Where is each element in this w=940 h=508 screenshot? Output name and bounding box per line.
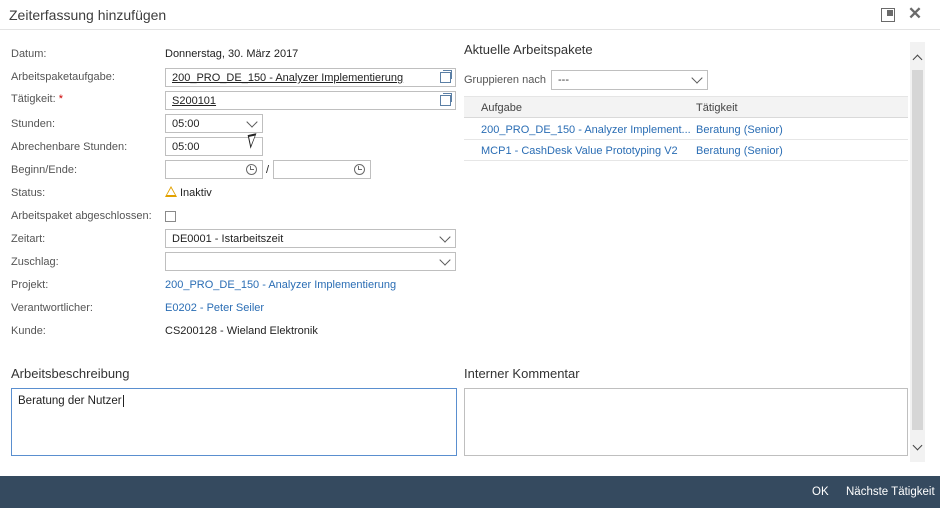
scrollbar-thumb[interactable] [912,70,923,430]
close-icon[interactable]: ✕ [907,5,923,23]
comment-heading: Interner Kommentar [464,366,580,381]
group-by-label: Gruppieren nach [464,74,546,86]
packages-heading: Aktuelle Arbeitspakete [464,42,593,57]
abrechenbare-value: 05:00 [172,141,200,153]
zeitart-value: DE0001 - Istarbeitszeit [172,233,284,245]
chevron-down-icon[interactable] [246,116,258,128]
value-help-icon[interactable] [440,70,452,83]
ok-button[interactable]: OK [812,486,829,498]
projekt-link[interactable]: 200_PRO_DE_150 - Analyzer Implementierun… [165,279,396,291]
table-row[interactable]: 200_PRO_DE_150 - Analyzer Implement... B… [464,119,908,140]
required-marker: * [58,93,63,105]
stunden-select[interactable]: 05:00 [165,114,263,133]
table-row[interactable]: MCP1 - CashDesk Value Prototyping V2 Ber… [464,140,908,161]
arbeitspaketaufgabe-label: Arbeitspaketaufgabe: [11,71,115,83]
abrechenbare-label: Abrechenbare Stunden: [11,141,128,153]
verantwortlicher-link[interactable]: E0202 - Peter Seiler [165,302,264,314]
stunden-value: 05:00 [172,118,200,130]
zuschlag-select[interactable] [165,252,456,271]
taetigkeit-text: S200101 [172,95,217,107]
chevron-down-icon[interactable] [439,254,451,266]
zeitart-select[interactable]: DE0001 - Istarbeitszeit [165,229,456,248]
dialog-titlebar: Zeiterfassung hinzufügen ✕ [0,0,940,30]
row-taetigkeit[interactable]: Beratung (Senior) [696,145,783,157]
dialog-footer: OK Nächste Tätigkeit [0,476,940,508]
ende-input[interactable] [273,160,371,179]
kunde-value: CS200128 - Wieland Elektronik [165,325,318,337]
column-header-aufgabe[interactable]: Aufgabe [481,102,522,114]
row-aufgabe[interactable]: MCP1 - CashDesk Value Prototyping V2 [481,145,678,157]
abgeschlossen-checkbox[interactable] [165,211,176,222]
arbeitspaketaufgabe-text: 200_PRO_DE_150 - Analyzer Implementierun… [172,72,404,84]
row-taetigkeit[interactable]: Beratung (Senior) [696,124,783,136]
description-heading: Arbeitsbeschreibung [11,366,130,381]
chevron-down-icon[interactable] [439,231,451,243]
datum-label: Datum: [11,48,47,60]
group-by-select[interactable]: --- [551,70,708,90]
taetigkeit-label: Tätigkeit: * [11,93,63,105]
vertical-scrollbar[interactable] [910,42,925,462]
status-label: Status: [11,187,46,199]
kunde-label: Kunde: [11,325,46,337]
zeitart-label: Zeitart: [11,233,46,245]
clock-icon[interactable] [246,164,257,175]
column-header-taetigkeit[interactable]: Tätigkeit [696,102,738,114]
projekt-label: Projekt: [11,279,49,291]
packages-table-header: Aufgabe Tätigkeit [464,96,908,118]
arbeitspaketaufgabe-input[interactable]: 200_PRO_DE_150 - Analyzer Implementierun… [165,68,456,87]
value-help-icon[interactable] [440,93,452,106]
stunden-label: Stunden: [11,118,56,130]
description-textarea[interactable]: Beratung der Nutzer [11,388,457,456]
comment-textarea[interactable] [464,388,908,456]
dialog-title: Zeiterfassung hinzufügen [9,7,167,23]
beginn-input[interactable] [165,160,263,179]
status-value: Inaktiv [180,187,212,199]
beginn-ende-label: Beginn/Ende: [11,164,78,176]
time-separator: / [266,164,270,176]
datum-value: Donnerstag, 30. März 2017 [165,48,299,60]
scroll-up-icon[interactable] [912,54,923,65]
row-aufgabe[interactable]: 200_PRO_DE_150 - Analyzer Implement... [481,124,691,136]
group-by-value: --- [558,74,569,86]
taetigkeit-label-text: Tätigkeit: [11,93,56,105]
maximize-icon[interactable] [881,8,895,22]
abgeschlossen-label: Arbeitspaket abgeschlossen: [11,210,152,222]
description-text: Beratung der Nutzer [18,395,124,407]
zuschlag-label: Zuschlag: [11,256,59,268]
warning-icon [165,186,177,197]
next-activity-button[interactable]: Nächste Tätigkeit [846,486,935,498]
verantwortlicher-label: Verantwortlicher: [11,302,93,314]
mouse-cursor-icon [247,133,260,149]
scroll-down-icon[interactable] [912,440,923,451]
clock-icon[interactable] [354,164,365,175]
taetigkeit-input[interactable]: S200101 [165,91,456,110]
chevron-down-icon[interactable] [691,72,703,84]
